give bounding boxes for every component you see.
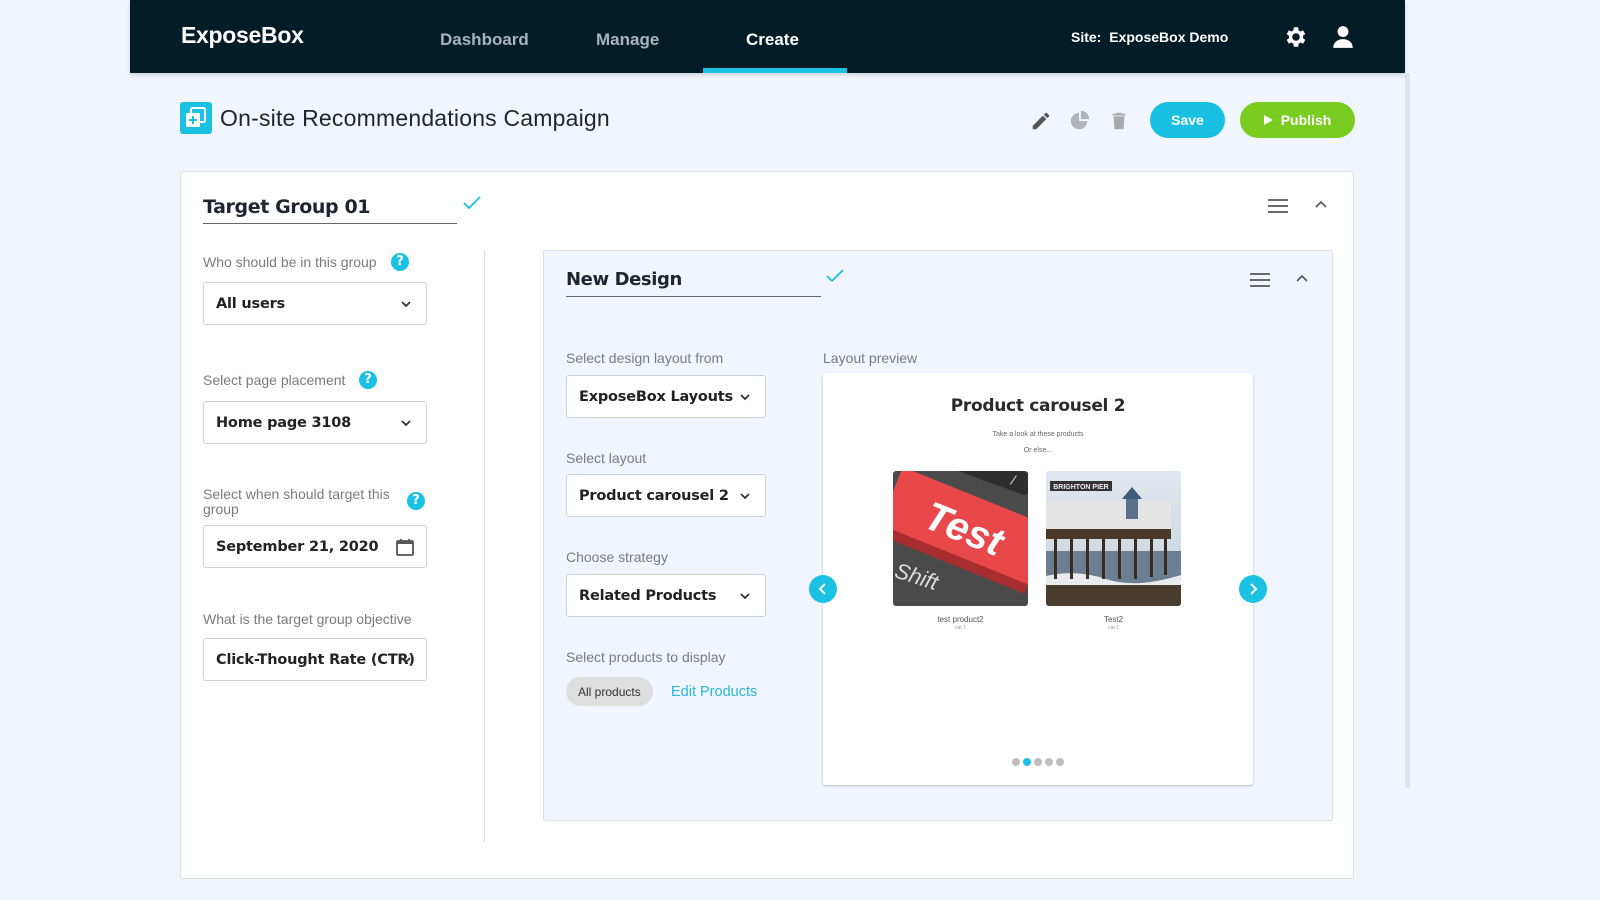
preview-subtitle: Take a look at these products <box>992 431 1084 438</box>
menu-icon[interactable] <box>1268 199 1288 215</box>
campaign-icon <box>180 102 212 134</box>
target-group-name-input[interactable]: Target Group 01 <box>203 194 457 224</box>
layout-source-value: ExposeBox Layouts <box>579 388 733 405</box>
objective-select[interactable]: Click-Thought Rate (CTR) <box>203 638 427 681</box>
layout-value: Product carousel 2 <box>579 487 729 504</box>
carousel-dot[interactable] <box>1034 758 1042 766</box>
objective-value: Click-Thought Rate (CTR) <box>216 651 415 668</box>
carousel-dot[interactable] <box>1012 758 1020 766</box>
nav-dashboard[interactable]: Dashboard <box>440 30 529 50</box>
layout-select[interactable]: Product carousel 2 <box>566 474 766 517</box>
product-name: Test2 <box>1103 615 1124 624</box>
nav-active-indicator <box>703 68 847 73</box>
layout-source-select[interactable]: ExposeBox Layouts <box>566 375 766 418</box>
placement-value: Home page 3108 <box>216 414 352 431</box>
site-name: ExposeBox Demo <box>1109 29 1229 45</box>
gear-icon[interactable] <box>1283 24 1309 50</box>
product-name: test product2 <box>937 615 984 624</box>
product-image: Test Shift / <box>893 471 1028 606</box>
layout-label: Select layout <box>566 450 647 466</box>
date-value: September 21, 2020 <box>216 538 379 555</box>
calendar-icon[interactable] <box>395 537 415 557</box>
strategy-select[interactable]: Related Products <box>566 574 766 617</box>
help-icon[interactable]: ? <box>359 371 377 389</box>
who-select[interactable]: All users <box>203 282 427 325</box>
objective-label: What is the target group objective <box>203 611 412 627</box>
page-header: On-site Recommendations Campaign <box>180 102 610 134</box>
date-picker[interactable]: September 21, 2020 <box>203 525 427 568</box>
placement-label: Select page placement <box>203 372 346 388</box>
layout-source-label: Select design layout from <box>566 350 724 366</box>
trash-icon[interactable] <box>1108 110 1130 132</box>
design-name-input[interactable]: New Design <box>566 267 821 297</box>
chevron-down-icon <box>401 301 411 308</box>
who-value: All users <box>216 295 285 312</box>
products-label: Select products to display <box>566 649 726 665</box>
nav-manage[interactable]: Manage <box>596 30 659 50</box>
product-category: cat 1 <box>1108 625 1119 631</box>
help-icon[interactable]: ? <box>391 253 409 271</box>
chevron-down-icon <box>740 593 750 600</box>
site-label: Site: <box>1071 29 1102 45</box>
pie-chart-icon[interactable] <box>1069 110 1091 132</box>
layout-preview-label: Layout preview <box>823 350 918 366</box>
product-image: BRIGHTON PIER <box>1046 471 1181 606</box>
scrollbar[interactable] <box>1405 73 1410 788</box>
pencil-icon[interactable] <box>1030 110 1052 132</box>
chevron-down-icon <box>401 420 411 427</box>
help-icon[interactable]: ? <box>407 492 425 510</box>
product-card[interactable]: BRIGHTON PIER Test2 cat 1 <box>1046 471 1181 631</box>
target-group-card: Target Group 01 Who should be in this gr… <box>180 171 1354 879</box>
collapse-icon[interactable] <box>1315 199 1327 211</box>
edit-products-link[interactable]: Edit Products <box>671 684 757 700</box>
carousel-dot[interactable] <box>1045 758 1053 766</box>
chevron-down-icon <box>740 394 750 401</box>
chevron-left-icon <box>818 583 826 595</box>
play-icon <box>1263 115 1273 125</box>
publish-button[interactable]: Publish <box>1240 102 1355 138</box>
chevron-right-icon <box>1250 583 1258 595</box>
check-icon[interactable] <box>826 269 844 283</box>
logo[interactable]: ExposeBox <box>181 22 304 49</box>
preview-title: Product carousel 2 <box>950 396 1126 416</box>
check-icon[interactable] <box>463 196 481 210</box>
who-label: Who should be in this group <box>203 254 377 270</box>
chevron-down-icon <box>401 657 411 664</box>
carousel-prev-button[interactable] <box>809 575 837 603</box>
preview-subtitle-2: Or else... <box>1023 447 1053 454</box>
publish-label: Publish <box>1280 112 1332 128</box>
carousel-dot[interactable] <box>1056 758 1064 766</box>
when-label: Select when should target this group <box>203 486 390 517</box>
top-nav-bar: ExposeBox Dashboard Manage Create Site: … <box>130 0 1405 73</box>
collapse-icon[interactable] <box>1296 273 1308 285</box>
placement-select[interactable]: Home page 3108 <box>203 401 427 444</box>
carousel-dot[interactable] <box>1023 758 1031 766</box>
product-category: cat 1 <box>955 625 966 631</box>
strategy-label: Choose strategy <box>566 549 668 565</box>
strategy-value: Related Products <box>579 587 717 604</box>
site-selector[interactable]: Site: ExposeBox Demo <box>1071 29 1228 45</box>
user-icon[interactable] <box>1330 24 1356 50</box>
page-title: On-site Recommendations Campaign <box>220 104 610 131</box>
carousel-next-button[interactable] <box>1239 575 1267 603</box>
column-divider <box>484 250 485 842</box>
all-products-chip[interactable]: All products <box>566 677 653 706</box>
chevron-down-icon <box>740 493 750 500</box>
svg-text:BRIGHTON PIER: BRIGHTON PIER <box>1053 484 1109 491</box>
nav-create[interactable]: Create <box>746 30 799 50</box>
design-card: New Design Select design layout from Exp… <box>543 250 1333 821</box>
save-button[interactable]: Save <box>1150 102 1225 138</box>
product-card[interactable]: Test Shift / test product2 cat 1 <box>893 471 1028 631</box>
layout-preview: Product carousel 2 Take a look at these … <box>809 373 1267 785</box>
carousel-pagination <box>1012 758 1064 766</box>
menu-icon[interactable] <box>1250 273 1270 289</box>
